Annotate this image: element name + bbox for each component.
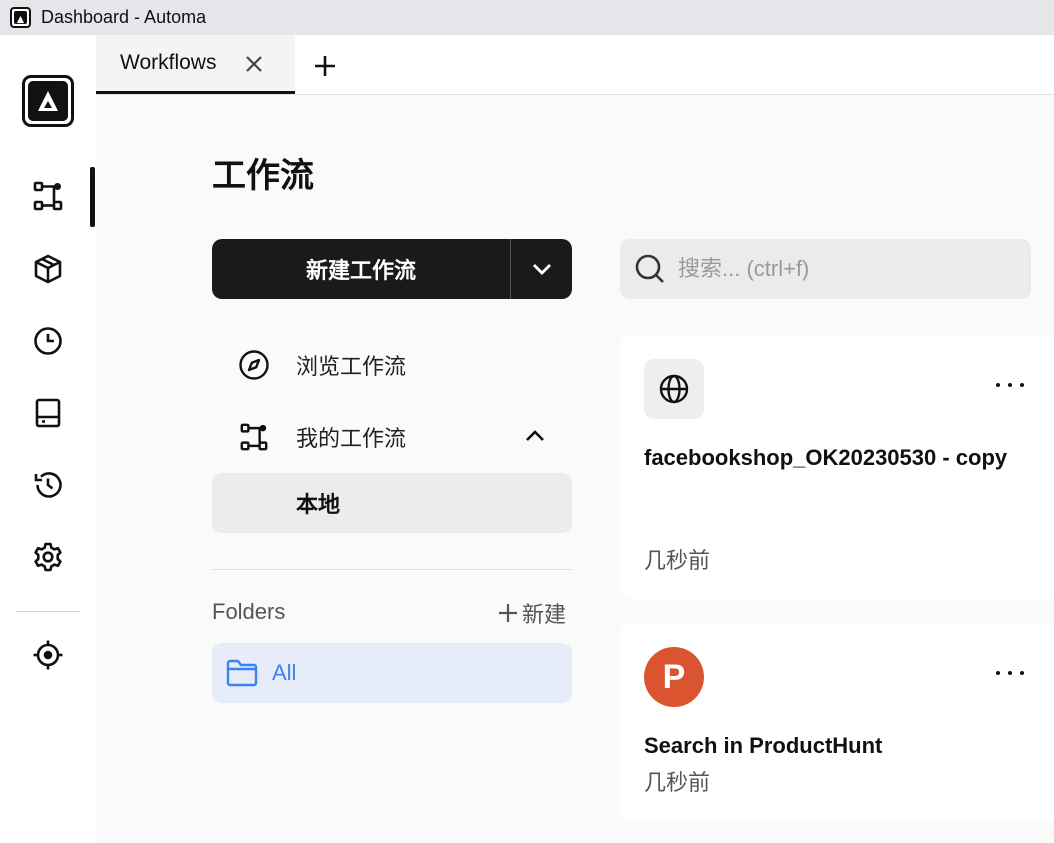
workflow-time: 几秒前 bbox=[644, 548, 711, 573]
nav-logs[interactable] bbox=[20, 457, 76, 513]
workflow-name: Search in ProductHunt bbox=[644, 733, 883, 758]
window-titlebar: Dashboard - Automa bbox=[0, 0, 1054, 35]
new-tab-button[interactable] bbox=[310, 51, 340, 81]
new-folder-button[interactable]: 新建 bbox=[498, 597, 566, 629]
chevron-down-icon bbox=[532, 264, 551, 275]
globe-icon bbox=[644, 359, 704, 419]
nav-storage[interactable] bbox=[20, 385, 76, 441]
menu-browse-label: 浏览工作流 bbox=[296, 354, 407, 379]
workflow-icon bbox=[33, 181, 63, 211]
folders-label: Folders bbox=[212, 599, 286, 624]
nav-active-indicator bbox=[90, 167, 95, 227]
nav-packages[interactable] bbox=[20, 241, 76, 297]
sidebar-divider bbox=[16, 611, 80, 612]
clock-icon bbox=[34, 327, 62, 355]
app-logo-icon bbox=[10, 7, 31, 28]
window-title: Dashboard - Automa bbox=[41, 7, 207, 27]
menu-local[interactable]: 本地 bbox=[212, 473, 572, 533]
page-title: 工作流 bbox=[212, 157, 314, 195]
plus-icon bbox=[315, 56, 335, 76]
new-workflow-button-group: 新建工作流 bbox=[212, 239, 572, 299]
history-icon bbox=[34, 472, 62, 498]
sidebar bbox=[0, 35, 96, 843]
workflow-card[interactable]: P Search in ProductHunt 几秒前 bbox=[620, 623, 1054, 821]
nav-schedule[interactable] bbox=[20, 313, 76, 369]
close-icon[interactable] bbox=[242, 52, 266, 76]
tab-label: Workflows bbox=[120, 51, 217, 74]
folder-all-label: All bbox=[272, 660, 297, 685]
menu-browse-workflows[interactable]: 浏览工作流 bbox=[212, 337, 572, 393]
new-workflow-dropdown[interactable] bbox=[511, 239, 572, 299]
tab-bar: Workflows bbox=[96, 35, 1054, 95]
search-icon bbox=[635, 254, 664, 283]
chevron-up-icon[interactable] bbox=[524, 425, 546, 452]
producthunt-letter: P bbox=[662, 657, 686, 696]
menu-my-label: 我的工作流 bbox=[296, 426, 407, 451]
folder-icon bbox=[226, 659, 258, 687]
workflow-time: 几秒前 bbox=[644, 770, 711, 795]
new-workflow-button[interactable]: 新建工作流 bbox=[212, 239, 511, 299]
nav-workflows[interactable] bbox=[20, 168, 76, 224]
workflow-card[interactable]: facebookshop_OK20230530 - copy 几秒前 bbox=[620, 335, 1054, 599]
storage-icon bbox=[35, 398, 61, 428]
plus-icon bbox=[499, 604, 517, 622]
producthunt-icon: P bbox=[644, 647, 704, 707]
folder-all[interactable]: All bbox=[212, 643, 572, 703]
search-input[interactable] bbox=[678, 256, 1018, 282]
more-options-icon[interactable] bbox=[990, 661, 1030, 685]
search-box bbox=[620, 239, 1031, 299]
workflow-name: facebookshop_OK20230530 - copy bbox=[644, 445, 1008, 470]
workflow-icon bbox=[240, 423, 268, 451]
nav-settings[interactable] bbox=[20, 529, 76, 585]
crosshair-icon bbox=[33, 640, 63, 670]
new-folder-label: 新建 bbox=[522, 602, 567, 627]
automa-logo[interactable] bbox=[22, 75, 74, 127]
more-options-icon[interactable] bbox=[990, 373, 1030, 397]
nav-element-selector[interactable] bbox=[20, 627, 76, 683]
settings-icon bbox=[34, 542, 62, 572]
tab-workflows[interactable]: Workflows bbox=[96, 35, 295, 94]
divider bbox=[212, 569, 572, 570]
compass-icon bbox=[239, 350, 269, 380]
menu-my-workflows[interactable]: 我的工作流 bbox=[212, 409, 572, 465]
package-icon bbox=[34, 254, 62, 284]
